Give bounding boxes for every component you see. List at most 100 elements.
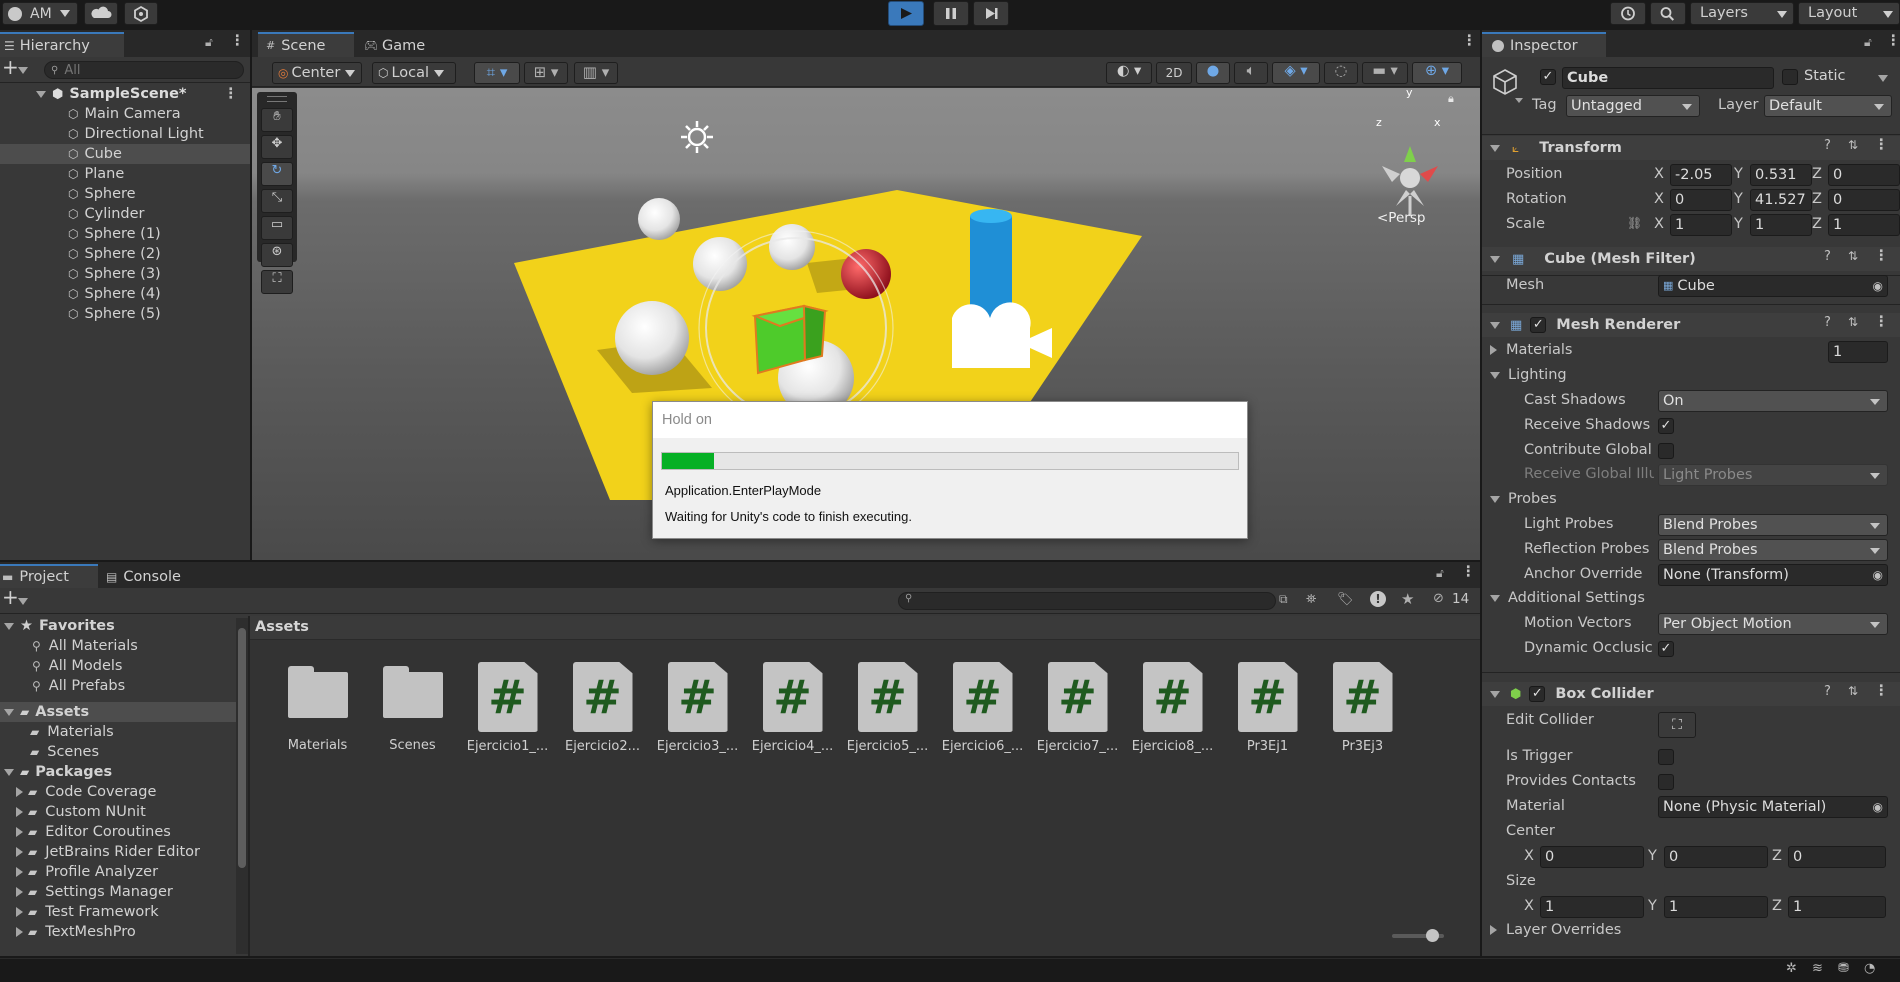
object-picker-icon[interactable]: ◉	[1873, 276, 1883, 296]
expand-icon[interactable]	[4, 708, 14, 716]
help-icon[interactable]: ?	[1824, 684, 1831, 699]
expand-icon[interactable]	[4, 768, 14, 776]
breadcrumb[interactable]: Assets	[255, 619, 309, 635]
tab-console[interactable]: ▤ Console	[102, 565, 202, 588]
more-options-icon[interactable]: ⋮	[1874, 137, 1889, 153]
filter-log-icon[interactable]: !	[1370, 591, 1386, 607]
asset-tile[interactable]: Materials	[270, 662, 365, 753]
preset-icon[interactable]: ⇅	[1848, 249, 1858, 263]
object-picker-icon[interactable]: ◉	[1873, 797, 1883, 817]
size-z-field[interactable]: 1	[1788, 896, 1886, 918]
size-x-field[interactable]: 1	[1540, 896, 1644, 918]
scrollbar-thumb[interactable]	[238, 628, 246, 868]
expand-icon[interactable]	[16, 867, 23, 877]
favorite-star-icon[interactable]: ★	[1401, 590, 1414, 608]
favorite-item[interactable]: ⚲ All Prefabs	[0, 676, 240, 696]
project-search[interactable]: ⚲	[898, 592, 1276, 610]
grid-snap-button[interactable]: ⌗ ▾	[474, 62, 520, 84]
space-dropdown[interactable]: ⬡ Local	[372, 62, 456, 84]
package-item[interactable]: ▰ Custom NUnit	[0, 802, 240, 822]
hidden-objects-button[interactable]: ◌	[1324, 62, 1358, 84]
filter-type-icon[interactable]: ⛯	[1306, 592, 1316, 607]
asset-tile[interactable]: # Ejercicio7_...	[1030, 662, 1125, 754]
center-x-field[interactable]: 0	[1540, 846, 1644, 868]
expand-icon[interactable]	[1490, 255, 1500, 263]
chevron-down-icon[interactable]	[1515, 98, 1523, 103]
layout-dropdown[interactable]: Layout	[1798, 2, 1900, 25]
expand-icon[interactable]	[1490, 144, 1500, 152]
scale-z-field[interactable]: 1	[1828, 214, 1900, 236]
materials-foldout[interactable]: Materials	[1490, 342, 1572, 358]
position-x-field[interactable]: -2.05	[1670, 164, 1732, 186]
hidden-packages-icon[interactable]: ⊘	[1433, 591, 1444, 606]
lock-icon[interactable]: 🔓︎	[1436, 566, 1444, 581]
hierarchy-item[interactable]: ⬡ Plane	[0, 164, 250, 184]
help-icon[interactable]: ?	[1824, 138, 1831, 153]
more-options-icon[interactable]: ⋮	[230, 33, 245, 49]
expand-icon[interactable]	[16, 887, 23, 897]
preset-icon[interactable]: ⇅	[1848, 138, 1858, 152]
hierarchy-item[interactable]: ⬡ Cube	[0, 144, 250, 164]
more-options-icon[interactable]: ⋮	[1886, 33, 1900, 49]
additional-settings-foldout[interactable]: Additional Settings	[1490, 590, 1645, 606]
chevron-down-icon[interactable]	[18, 67, 28, 74]
lock-icon[interactable]: 🔓︎	[205, 35, 213, 50]
asset-tile[interactable]: # Ejercicio4_...	[745, 662, 840, 754]
rotate-tool-button[interactable]: ↻	[261, 162, 293, 186]
constrain-proportions-icon[interactable]: ⛓︎	[1627, 216, 1642, 230]
asset-tile[interactable]: # Ejercicio1_...	[460, 662, 555, 754]
filter-label-icon[interactable]: 🏷︎	[1337, 592, 1354, 607]
contribute-gi-checkbox[interactable]	[1658, 443, 1674, 459]
receive-shadows-checkbox[interactable]: ✓	[1658, 418, 1674, 434]
edit-collider-button[interactable]: ⛶	[1658, 712, 1696, 738]
asset-tile[interactable]: Scenes	[365, 662, 460, 753]
more-options-icon[interactable]: ⋮	[1874, 314, 1889, 330]
layer-overrides-foldout[interactable]: Layer Overrides	[1490, 922, 1621, 938]
position-z-field[interactable]: 0	[1828, 164, 1900, 186]
cast-shadows-dropdown[interactable]: On	[1658, 390, 1888, 412]
expand-icon[interactable]	[1490, 690, 1500, 698]
grid-visibility-button[interactable]: ▥ ▾	[574, 62, 618, 84]
asset-folder-item[interactable]: ▰ Scenes	[0, 742, 240, 762]
hierarchy-item[interactable]: ⬡ Sphere (5)	[0, 304, 250, 324]
position-y-field[interactable]: 0.531	[1750, 164, 1812, 186]
package-item[interactable]: ▰ Test Framework	[0, 902, 240, 922]
rotation-y-field[interactable]: 41.527	[1750, 189, 1812, 211]
favorite-item[interactable]: ⚲ All Models	[0, 656, 240, 676]
mesh-renderer-header[interactable]: ▦ ✓ Mesh Renderer ? ⇅ ⋮	[1482, 313, 1900, 337]
package-item[interactable]: ▰ Code Coverage	[0, 782, 240, 802]
materials-count-field[interactable]: 1	[1828, 341, 1888, 363]
hierarchy-item[interactable]: ⬡ Sphere	[0, 184, 250, 204]
object-name-field[interactable]: Cube	[1562, 67, 1774, 89]
scale-tool-button[interactable]: ⤡	[261, 189, 293, 213]
zoom-slider[interactable]	[1392, 929, 1444, 942]
rotation-x-field[interactable]: 0	[1670, 189, 1732, 211]
favorites-header[interactable]: ★ Favorites	[0, 616, 240, 636]
light-probes-dropdown[interactable]: Blend Probes	[1658, 514, 1888, 536]
chevron-down-icon[interactable]	[1878, 75, 1888, 82]
hierarchy-item[interactable]: ⬡ Sphere (3)	[0, 264, 250, 284]
draw-mode-button[interactable]: ◐ ▾	[1106, 62, 1152, 84]
hierarchy-item[interactable]: ⬡ Sphere (4)	[0, 284, 250, 304]
probes-foldout[interactable]: Probes	[1490, 491, 1557, 507]
tab-scene[interactable]: # Scene	[258, 32, 354, 57]
layers-dropdown[interactable]: Layers	[1690, 2, 1794, 25]
effects-toggle-button[interactable]: ◈ ▾	[1272, 62, 1320, 84]
camera-settings-button[interactable]: ▬ ▾	[1362, 62, 1408, 84]
tab-hierarchy[interactable]: ☰ Hierarchy	[0, 32, 124, 57]
package-item[interactable]: ▰ Profile Analyzer	[0, 862, 240, 882]
expand-icon[interactable]	[16, 907, 23, 917]
tab-inspector[interactable]: Inspector	[1482, 32, 1606, 57]
asset-tile[interactable]: # Ejercicio5_...	[840, 662, 935, 754]
zoom-slider-thumb[interactable]	[1426, 929, 1439, 942]
gizmo-lock-icon[interactable]: 🔒︎	[1448, 92, 1454, 106]
object-picker-icon[interactable]: ◉	[1873, 565, 1883, 585]
asset-tile[interactable]: # Pr3Ej3	[1315, 662, 1410, 754]
hierarchy-search[interactable]: ⚲	[44, 61, 244, 79]
collider-material-field[interactable]: None (Physic Material) ◉	[1658, 796, 1888, 818]
overlay-handle[interactable]	[267, 96, 287, 102]
account-button[interactable]: AM	[2, 2, 78, 25]
add-icon[interactable]: +	[2, 55, 19, 79]
preset-icon[interactable]: ⇅	[1848, 684, 1858, 698]
progress-icon[interactable]: ≋	[1812, 961, 1823, 976]
